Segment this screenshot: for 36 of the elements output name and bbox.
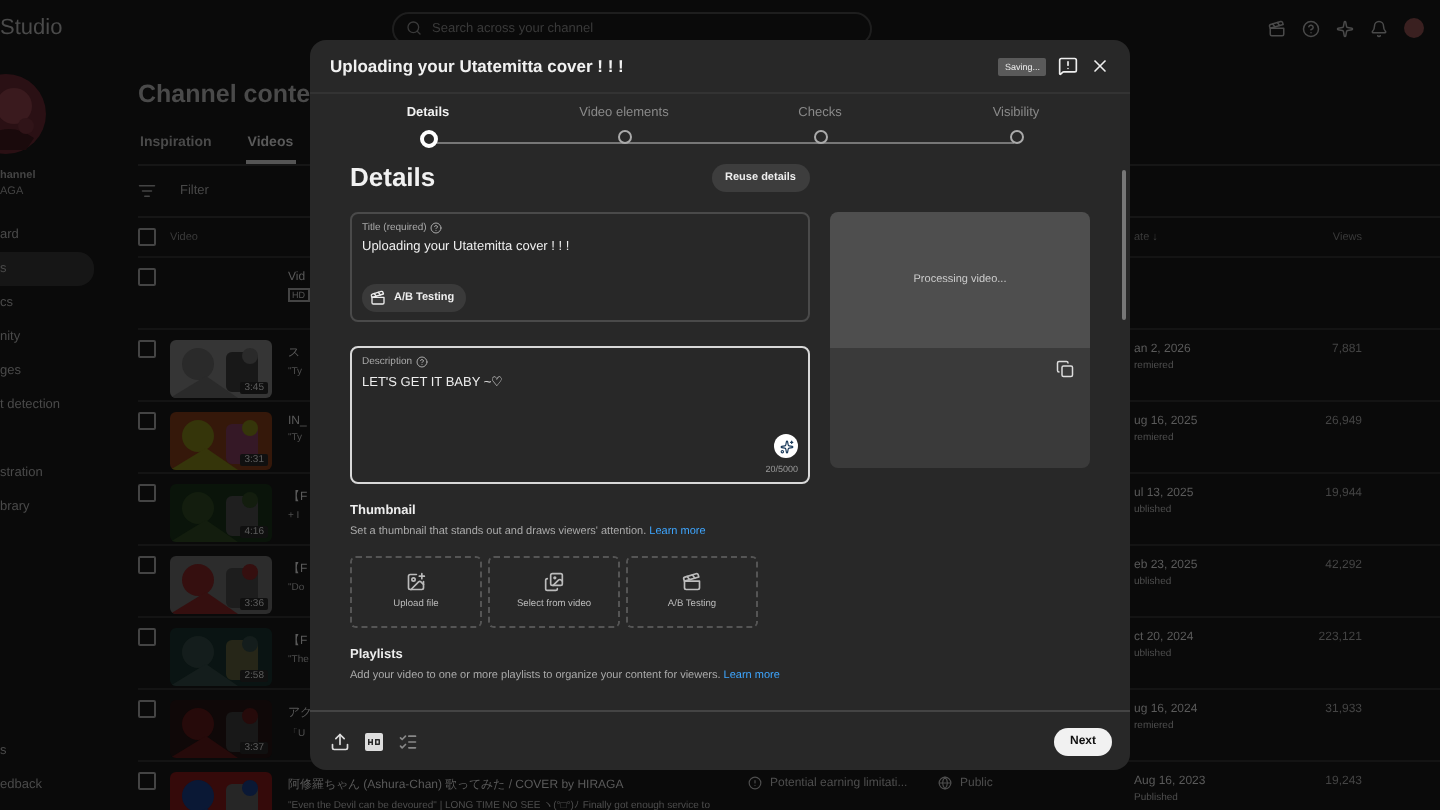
checkbox[interactable]	[138, 772, 156, 790]
feedback-button[interactable]	[1058, 56, 1078, 76]
checklist-icon[interactable]	[398, 731, 418, 751]
close-button[interactable]	[1090, 56, 1110, 76]
filter-icon[interactable]	[138, 182, 156, 200]
ab-test-icon	[682, 572, 702, 592]
checkbox[interactable]	[138, 228, 156, 246]
page-title: Channel conte	[138, 80, 311, 108]
globe-icon	[938, 776, 952, 790]
logo-text: Studio	[0, 16, 65, 40]
create-icon[interactable]	[1268, 19, 1286, 37]
checkbox[interactable]	[138, 484, 156, 502]
ai-assist-icon[interactable]	[774, 434, 798, 458]
hd-icon[interactable]	[362, 729, 386, 753]
checkbox[interactable]	[138, 700, 156, 718]
checkbox[interactable]	[138, 628, 156, 646]
alert-icon	[748, 776, 762, 790]
notifications-icon[interactable]	[1370, 19, 1388, 37]
dialog-title: Uploading your Utatemitta cover ! ! !	[330, 56, 624, 76]
account-avatar[interactable]	[1404, 18, 1424, 38]
section-heading: Details	[350, 162, 436, 192]
search-icon	[406, 20, 422, 36]
scrollbar[interactable]	[1122, 170, 1126, 320]
help-icon	[416, 356, 429, 368]
ab-test-icon	[370, 290, 386, 306]
image-plus-icon	[406, 572, 426, 592]
checkbox[interactable]	[138, 340, 156, 358]
images-icon	[544, 572, 564, 592]
checkbox[interactable]	[138, 412, 156, 430]
help-icon[interactable]	[1302, 19, 1320, 37]
upload-icon[interactable]	[330, 731, 350, 751]
help-icon	[430, 222, 443, 234]
checkbox[interactable]	[138, 268, 156, 286]
copy-icon[interactable]	[1056, 360, 1074, 378]
sparkle-icon[interactable]	[1336, 19, 1354, 37]
checkbox[interactable]	[138, 556, 156, 574]
